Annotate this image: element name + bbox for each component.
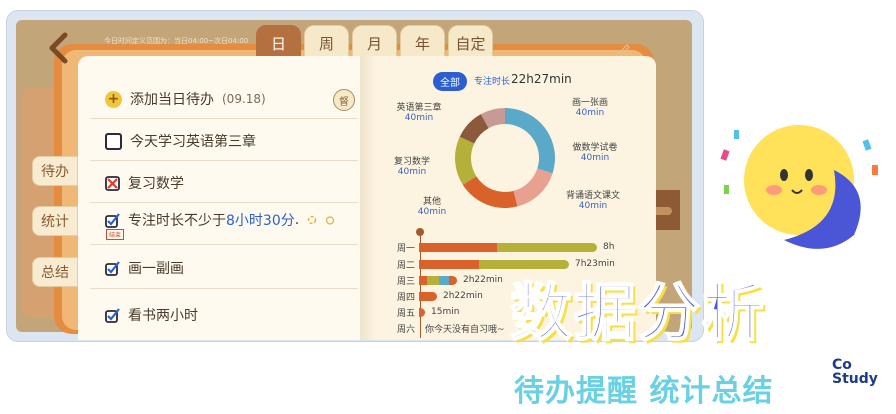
donut-label: 做数学试卷 40min [560, 140, 630, 163]
supervise-button[interactable]: 督 [333, 89, 355, 111]
todo-item[interactable]: 专注时长不少于 8小时30分 . [105, 210, 335, 230]
donut-label-value: 40min [575, 108, 605, 118]
todo-item-text: 画一副画 [128, 261, 184, 277]
brand-logo: Co Study [832, 358, 878, 386]
checkbox-empty-icon[interactable] [105, 132, 122, 150]
alarm-clock-icon [326, 216, 335, 225]
donut-slice [455, 136, 477, 185]
donut-label: 画一张画 40min [555, 95, 625, 118]
plus-icon: + [105, 90, 122, 108]
back-button[interactable] [42, 28, 74, 68]
add-todo-label: 添加当日待办 [130, 92, 214, 108]
donut-label: 其他 40min [397, 194, 467, 217]
divider [90, 118, 358, 119]
bar-value-label: 你今天没有自习哦~ [425, 324, 505, 335]
divider [90, 244, 358, 245]
bar-segment [439, 275, 449, 285]
mascot-illustration [720, 125, 878, 249]
todo-item[interactable]: 今天学习英语第三章 [105, 131, 256, 151]
donut-label-value: 40min [578, 201, 608, 211]
bar-value-label: 8h [603, 242, 615, 252]
donut-slice [462, 176, 518, 208]
add-todo-date: (09.18) [222, 92, 266, 106]
divider [90, 288, 358, 289]
bar-segment [419, 291, 437, 301]
donut-label: 复习数学 40min [377, 154, 447, 177]
bar-segments [419, 242, 597, 252]
checkbox-checked-icon[interactable] [105, 260, 120, 276]
donut-label-value: 40min [397, 167, 427, 177]
bar-day-label: 周三 [397, 276, 416, 287]
sidebar-item-stats[interactable]: 统计 [32, 206, 78, 236]
todo-item[interactable]: 画一副画 [105, 258, 184, 278]
todo-item-text-prefix: 专注时长不少于 [128, 213, 226, 229]
donut-label-name: 画一张画 [571, 98, 608, 108]
logo-line2: Study [832, 371, 878, 387]
weekly-bar-row: 周五 15min [397, 306, 460, 319]
todo-item[interactable]: 复习数学 [105, 173, 184, 193]
todo-item[interactable]: 看书两小时 [105, 305, 198, 325]
donut-label-name: 背诵语文课文 [565, 191, 620, 201]
page-fold [360, 56, 376, 340]
bar-segment [427, 275, 439, 285]
weekly-bar-row: 周六 你今天没有自习哦~ [397, 322, 505, 335]
bar-segment [419, 259, 479, 269]
bar-segments [419, 307, 425, 317]
bar-day-label: 周五 [397, 308, 416, 319]
donut-slice [513, 168, 553, 207]
sidebar-item-summary[interactable]: 总结 [32, 257, 78, 287]
donut-label-value: 40min [580, 153, 610, 163]
bar-day-label: 周一 [397, 243, 416, 254]
add-todo-row[interactable]: + 添加当日待办 (09.18) [105, 89, 266, 109]
donut-label-value: 40min [417, 207, 447, 217]
logo-line1: Co [832, 357, 852, 373]
filter-all-pill[interactable]: 全部 [433, 72, 467, 91]
bar-value-label: 2h22min [443, 291, 483, 301]
todo-item-text: 看书两小时 [128, 308, 198, 324]
weekly-bar-row: 周三 2h22min [397, 274, 503, 287]
checkbox-checked-icon[interactable] [105, 307, 120, 323]
todo-item-text: 复习数学 [128, 176, 184, 192]
todo-item-text-suffix: . [294, 212, 300, 228]
bar-value-label: 15min [431, 307, 460, 317]
weekly-bar-row: 周一 8h [397, 241, 615, 254]
donut-label-name: 做数学试卷 [572, 143, 618, 153]
bar-segment [419, 307, 425, 317]
todo-item-highlight: 8小时30分 [226, 213, 295, 229]
bar-value-label: 2h22min [463, 275, 503, 285]
chevron-left-icon [49, 32, 68, 64]
donut-label-name: 英语第三章 [396, 103, 442, 113]
divider [90, 160, 358, 161]
refresh-icon [307, 215, 317, 225]
bar-day-label: 周二 [397, 260, 416, 271]
bar-segment [419, 275, 427, 285]
todo-item-text: 今天学习英语第三章 [130, 134, 256, 150]
donut-label-name: 复习数学 [393, 157, 430, 167]
focus-duration-label: 专注时长 [474, 77, 511, 87]
checkbox-checked-icon[interactable] [105, 212, 120, 228]
promo-subtitle: 待办提醒 统计总结 [514, 374, 774, 409]
donut-slice [505, 108, 555, 174]
status-tag: 结束 [106, 229, 125, 240]
checkbox-failed-icon[interactable] [105, 175, 120, 191]
sidebar-item-todo[interactable]: 待办 [32, 156, 78, 186]
bar-segments [419, 291, 437, 301]
donut-label: 背诵语文课文 40min [558, 188, 628, 211]
weekly-bar-row: 周四 2h22min [397, 290, 483, 303]
bar-segment [419, 242, 497, 252]
time-range-hint: 今日时间定义范围为：当日04:00~次日04:00 [104, 37, 249, 45]
bar-day-label: 周四 [397, 292, 416, 303]
promo-title: 数据分析 [509, 275, 767, 350]
bar-segments [419, 275, 457, 285]
focus-duration-total: 22h27min [511, 72, 572, 86]
donut-label-name: 其他 [422, 197, 441, 207]
bar-segment [497, 242, 597, 252]
donut-label: 英语第三章 40min [384, 100, 454, 123]
divider [90, 202, 358, 203]
donut-label-value: 40min [404, 113, 434, 123]
bar-day-label: 周六 [397, 324, 416, 335]
bar-segment [449, 275, 457, 285]
